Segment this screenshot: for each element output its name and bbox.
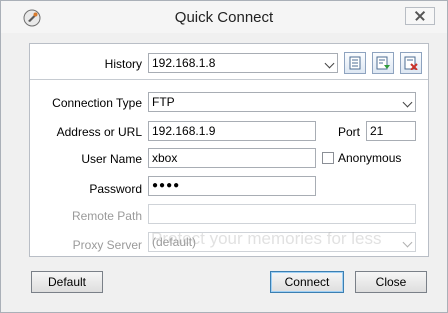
edit-history-button[interactable] [344,52,366,74]
remote-path-label: Remote Path [71,209,142,223]
history-label: History [104,57,142,71]
chevron-down-icon [402,237,413,248]
user-name-label: User Name [81,152,142,166]
anonymous-label: Anonymous [338,151,402,165]
divider [30,79,428,80]
quick-connect-window: Quick Connect History 192.168.1.8 Connec… [0,0,448,313]
connection-type-select[interactable]: FTP [148,92,416,112]
delete-history-button[interactable] [400,52,422,74]
password-input[interactable]: ●●●● [148,176,316,196]
connection-type-value: FTP [152,95,175,109]
add-history-button[interactable] [372,52,394,74]
default-button[interactable]: Default [31,271,103,293]
add-document-icon [376,56,390,70]
user-name-input[interactable]: xbox [148,148,316,168]
document-icon [349,56,361,70]
port-label: Port [337,125,360,139]
proxy-server-label: Proxy Server [72,238,142,252]
connection-panel: History 192.168.1.8 Connection Type FTP … [29,43,429,257]
watermark: Protect your memories for less [151,229,382,248]
port-input[interactable]: 21 [366,121,416,141]
remote-path-input[interactable] [148,204,416,224]
address-label: Address or URL [56,125,142,139]
history-select[interactable]: 192.168.1.8 [148,53,338,73]
password-label: Password [89,182,142,196]
history-value: 192.168.1.8 [152,56,216,70]
address-input[interactable]: 192.168.1.9 [148,121,316,141]
close-button[interactable]: Close [355,271,427,293]
connection-type-label: Connection Type [52,96,142,110]
connect-button[interactable]: Connect [270,271,344,293]
close-window-button[interactable] [405,7,435,25]
chevron-down-icon [324,58,335,69]
anonymous-checkbox[interactable] [322,152,334,164]
window-title: Quick Connect [174,9,274,26]
title-bar: Quick Connect [1,1,447,33]
chevron-down-icon [402,97,413,108]
delete-document-icon [404,56,418,70]
